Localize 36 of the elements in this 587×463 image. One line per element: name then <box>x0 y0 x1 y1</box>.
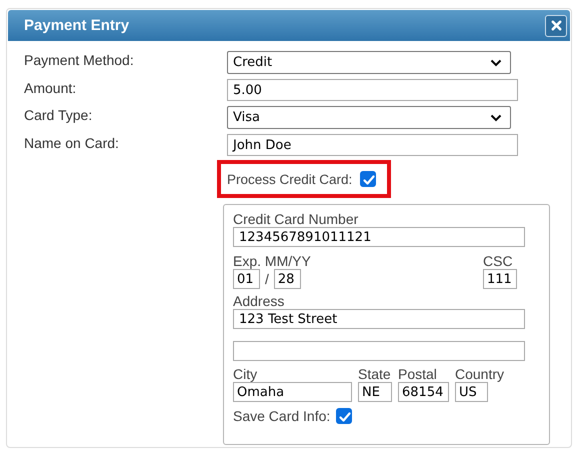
input-field[interactable]: 68154 <box>398 382 449 402</box>
field-label: Amount: <box>24 79 78 97</box>
checkbox[interactable] <box>360 171 376 187</box>
dropdown[interactable]: Credit <box>227 51 511 74</box>
field-label: Payment Method: <box>24 51 135 69</box>
field-label: Card Type: <box>24 106 94 124</box>
input-field[interactable]: John Doe <box>227 134 518 156</box>
checkbox-label: Process Credit Card: <box>227 172 352 186</box>
checkbox-label: Save Card Info: <box>233 408 330 424</box>
field-label: Address <box>233 293 286 309</box>
input-field[interactable] <box>233 341 525 361</box>
field-label: City <box>233 366 258 382</box>
field-label: CSC <box>483 253 514 269</box>
input-field[interactable]: 111 <box>483 269 517 289</box>
input-field[interactable]: 28 <box>274 269 301 289</box>
field-label: Postal <box>398 366 438 382</box>
checkbox[interactable] <box>336 408 352 424</box>
caret-icon <box>490 114 502 122</box>
input-field[interactable]: US <box>455 382 488 402</box>
caret-icon <box>490 58 502 66</box>
window-title: Payment Entry <box>24 17 130 34</box>
separator-text: / <box>265 271 269 287</box>
field-label: Exp. MM/YY <box>233 253 311 269</box>
dropdown[interactable]: Visa <box>227 106 511 129</box>
field-label: Name on Card: <box>24 134 120 152</box>
input-field[interactable]: NE <box>358 382 392 402</box>
input-field[interactable]: 123 Test Street <box>233 309 525 329</box>
input-field[interactable]: 01 <box>233 269 260 289</box>
input-field[interactable]: Omaha <box>233 382 352 402</box>
input-field[interactable]: 1234567891011121 <box>233 227 525 247</box>
input-field[interactable]: 5.00 <box>227 79 518 101</box>
close-icon <box>550 20 562 31</box>
field-label: State <box>358 366 392 382</box>
close-button[interactable] <box>545 14 567 36</box>
field-label: Country <box>455 366 504 382</box>
field-label: Credit Card Number <box>233 211 360 227</box>
